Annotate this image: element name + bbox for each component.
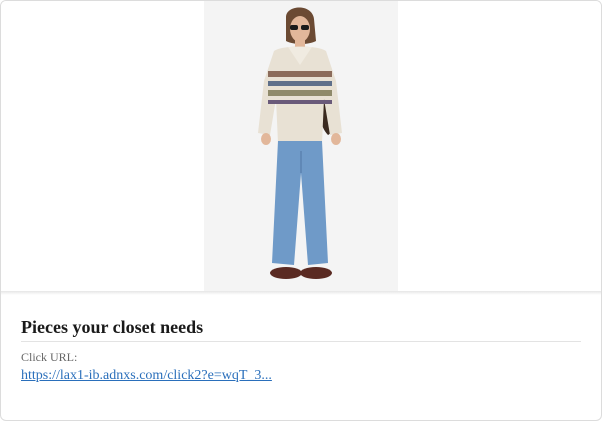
model-illustration (204, 1, 398, 291)
ad-image-area[interactable] (1, 1, 601, 291)
product-photo[interactable] (204, 1, 398, 291)
ad-title[interactable]: Pieces your closet needs (21, 317, 203, 338)
ad-card: Pieces your closet needs Click URL: http… (0, 0, 602, 421)
title-divider (21, 341, 581, 342)
click-url-label: Click URL: (21, 350, 78, 364)
image-divider (1, 291, 601, 295)
click-url-link[interactable]: https://lax1-ib.adnxs.com/click2?e=wqT_3… (21, 368, 272, 384)
